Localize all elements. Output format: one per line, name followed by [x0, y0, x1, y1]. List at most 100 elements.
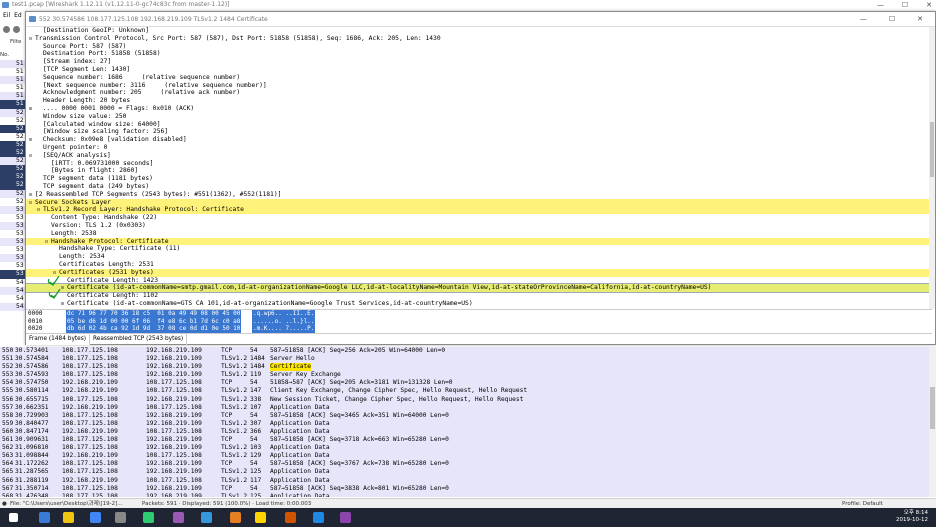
left-packet-number[interactable]: 53	[0, 214, 27, 222]
left-packet-number[interactable]: 53	[0, 254, 27, 263]
tree-item[interactable]: ⊟ TLSv1.2 Record Layer: Handshake Protoco…	[26, 206, 932, 215]
tree-item[interactable]: [Calculated window size: 64000]	[26, 121, 932, 129]
packet-row[interactable]: 564 31.172262 108.177.125.108 192.168.219.1…	[0, 460, 936, 469]
left-packet-number[interactable]: 52	[0, 198, 27, 206]
app-icon[interactable]	[201, 512, 213, 523]
tree-item[interactable]: ⊟ [SEQ/ACK analysis]	[26, 152, 932, 160]
tree-item[interactable]: Content Type: Handshake (22)	[26, 214, 932, 222]
close-icon[interactable]: ✕	[926, 0, 932, 10]
bytes-hex[interactable]: dc 71 96 77 70 36 18 c5 01 0a 49 49 08 0…	[66, 310, 242, 318]
tree-item[interactable]: Version: TLS 1.2 (0x0303)	[26, 222, 932, 230]
packet-row[interactable]: 560 30.847174 192.168.219.109 108.177.125.1…	[0, 427, 936, 437]
left-packet-number[interactable]: 54	[0, 302, 27, 311]
left-packet-number[interactable]: 53	[0, 205, 27, 214]
file-explorer-icon[interactable]	[115, 512, 126, 523]
tree-item[interactable]: ⊟ Handshake Protocol: Certificate	[26, 237, 932, 246]
bytes-hex[interactable]: 05 be d6 1d 00 00 6f 06 f4 e8 6c b1 7d 6…	[66, 317, 242, 326]
maximize-icon[interactable]: ☐	[902, 0, 908, 10]
tree-item[interactable]: ⊟ Certificates (2531 bytes)	[26, 268, 932, 277]
tree-item[interactable]: TCP segment data (249 bytes)	[26, 183, 932, 191]
tree-item[interactable]: Certificate Length: 1102	[26, 292, 932, 300]
left-packet-number[interactable]: 52	[0, 189, 27, 198]
bytes-ascii[interactable]: ......o. ..l.}l..	[252, 317, 316, 326]
tab-frame[interactable]: Frame (1484 bytes)	[26, 334, 90, 345]
wireshark-taskbar-icon[interactable]	[312, 512, 324, 523]
tree-item[interactable]: [Bytes in flight: 2860]	[26, 167, 932, 175]
scrollbar-thumb[interactable]	[930, 122, 934, 177]
gear-icon[interactable]	[3, 25, 10, 33]
app-icon[interactable]	[340, 512, 352, 523]
left-packet-number[interactable]: 51	[0, 60, 27, 69]
maximize-icon[interactable]: ☐	[889, 12, 895, 27]
left-packet-number[interactable]: 54	[0, 295, 27, 303]
packet-row[interactable]: 550 30.573401 108.177.125.108 192.168.219.1…	[0, 347, 936, 356]
left-packet-number[interactable]: 53	[0, 262, 27, 270]
taskbar-clock[interactable]: 오후 8:14 2019-10-12	[896, 510, 928, 524]
left-packet-number[interactable]: 52	[0, 140, 27, 150]
tree-item[interactable]: ⊞ Checksum: 0x09e8 [validation disabled]	[26, 136, 932, 144]
packet-row[interactable]: 553 30.574593 108.177.125.108 192.168.219.1…	[0, 371, 936, 380]
chrome-icon[interactable]	[89, 512, 101, 523]
app-icon[interactable]	[142, 512, 154, 523]
packet-list-scrollbar[interactable]	[929, 347, 936, 497]
left-packet-number[interactable]: 53	[0, 238, 27, 247]
left-packet-number[interactable]: 51	[0, 68, 27, 76]
bytes-ascii[interactable]: .q.wp6.. ..II..E.	[252, 310, 316, 318]
left-packet-number[interactable]: 54	[0, 286, 27, 295]
packet-row[interactable]: 563 31.098844 192.168.219.109 108.177.125.1…	[0, 452, 936, 461]
packet-row[interactable]: 555 30.580114 192.168.219.109 108.177.125.1…	[0, 387, 936, 396]
tree-item[interactable]: Header Length: 20 bytes	[26, 97, 932, 105]
left-packet-number[interactable]: 52	[0, 124, 27, 133]
task-view-icon[interactable]	[63, 512, 75, 523]
tree-item[interactable]: Window size value: 250	[26, 113, 932, 121]
tree-item[interactable]: [Destination GeoIP: Unknown]	[26, 27, 932, 35]
column-header-no[interactable]: No.	[0, 52, 9, 58]
left-packet-number[interactable]: 51	[0, 76, 27, 85]
left-packet-number[interactable]: 51	[0, 92, 27, 101]
packet-row[interactable]: 558 30.729903 108.177.125.108 192.168.219.1…	[0, 411, 936, 420]
tree-item[interactable]: [TCP Segment Len: 1430]	[26, 66, 932, 74]
menu-file[interactable]: Eil	[3, 10, 10, 22]
left-packet-number[interactable]: 53	[0, 270, 27, 279]
tree-item[interactable]: Destination Port: 51858 (51858)	[26, 50, 932, 58]
left-packet-number[interactable]: 52	[0, 157, 27, 166]
tree-item[interactable]: [Next sequence number: 3116 (relative se…	[26, 82, 932, 90]
left-packet-number[interactable]: 51	[0, 100, 27, 109]
kakao-icon[interactable]	[255, 512, 267, 523]
tree-item[interactable]: Certificates Length: 2531	[26, 261, 932, 269]
minimize-icon[interactable]: —	[877, 0, 884, 10]
left-packet-number[interactable]: 51	[0, 84, 27, 92]
left-packet-number[interactable]: 52	[0, 133, 27, 141]
minimize-icon[interactable]: —	[860, 12, 867, 27]
tree-item[interactable]: Length: 2534	[26, 253, 932, 261]
packet-row[interactable]: 568 31.476348 108.177.125.108 192.168.219.1…	[0, 492, 936, 497]
tab-reassembled-tcp[interactable]: Reassembled TCP (2543 bytes)	[90, 334, 188, 345]
close-icon[interactable]: ✕	[917, 12, 923, 27]
search-icon[interactable]	[39, 512, 51, 523]
left-packet-number[interactable]: 52	[0, 117, 27, 125]
tree-item[interactable]: Certificate Length: 1423	[26, 277, 932, 285]
left-packet-number[interactable]: 53	[0, 221, 27, 230]
packet-row[interactable]: 566 31.288119 192.168.219.109 108.177.125.1…	[0, 476, 936, 485]
start-icon[interactable]	[9, 513, 19, 522]
tree-item[interactable]: ⊞ .... 0000 0001 0000 = Flags: 0x010 (AC…	[26, 105, 932, 113]
tree-scrollbar[interactable]	[929, 27, 935, 309]
tree-item[interactable]: [Stream index: 27]	[26, 58, 932, 66]
packet-row[interactable]: 551 30.574584 108.177.125.108 192.168.219.1…	[0, 355, 936, 364]
left-packet-number[interactable]: 53	[0, 246, 27, 254]
left-packet-number[interactable]: 52	[0, 149, 27, 158]
tree-item[interactable]: ⊞ Certificate (id-at-commonName=GTS CA 10…	[26, 300, 932, 308]
left-packet-number[interactable]: 54	[0, 279, 27, 287]
left-packet-number[interactable]: 52	[0, 165, 27, 174]
app-icon[interactable]	[230, 512, 241, 523]
bytes-hex[interactable]: db 6d 02 4b ca 92 1d 9d 37 08 ce 0d d1 0…	[66, 325, 242, 333]
tree-item[interactable]: Sequence number: 1686 (relative sequence…	[26, 74, 932, 82]
packet-row[interactable]: 554 30.574750 192.168.219.109 108.177.125.1…	[0, 379, 936, 388]
tree-item[interactable]: ⊟ Transmission Control Protocol, Src Port…	[26, 35, 932, 43]
packet-row[interactable]: 561 30.909631 108.177.125.108 192.168.219.1…	[0, 436, 936, 445]
packet-row[interactable]: 567 31.350714 108.177.125.108 192.168.219.1…	[0, 484, 936, 493]
tree-item[interactable]: ⊞ [2 Reassembled TCP Segments (2543 bytes…	[26, 191, 932, 199]
scrollbar-thumb[interactable]	[930, 387, 935, 429]
tree-item[interactable]: Urgent pointer: 0	[26, 144, 932, 152]
app-icon[interactable]	[285, 512, 297, 523]
